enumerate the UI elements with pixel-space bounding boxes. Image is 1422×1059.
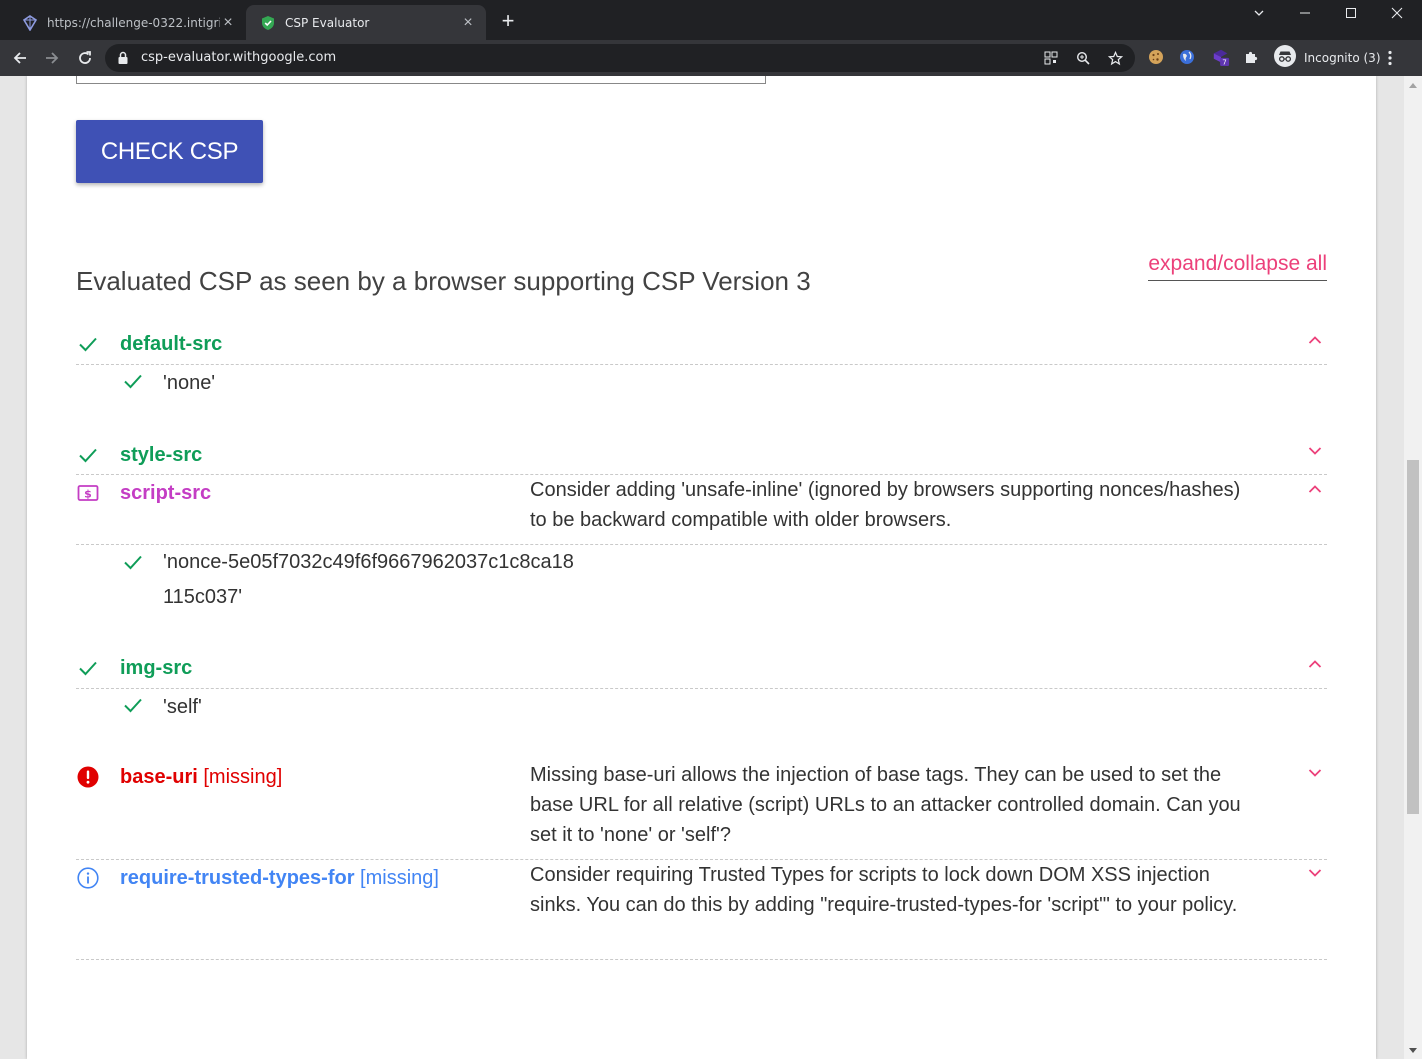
directive-row-script-src[interactable]: $ script-src Consider adding 'unsafe-inl…: [76, 476, 1327, 542]
extension-badge-count: 7: [1222, 58, 1227, 67]
reload-icon[interactable]: [71, 44, 99, 72]
expand-collapse-all-link[interactable]: expand/collapse all: [1148, 252, 1327, 281]
tab-title: CSP Evaluator: [285, 15, 370, 30]
check-icon: [122, 551, 144, 573]
directive-value: 'self': [163, 696, 202, 718]
directive-row-require-trusted-types-for[interactable]: require-trusted-types-for [missing] Cons…: [76, 860, 1327, 956]
directive-name: base-uri [missing]: [120, 766, 283, 788]
error-icon: [76, 765, 100, 789]
directive-description: Consider requiring Trusted Types for scr…: [530, 864, 1238, 916]
missing-label: [missing]: [203, 766, 283, 788]
results-heading: Evaluated CSP as seen by a browser suppo…: [76, 266, 811, 296]
check-icon: [122, 370, 144, 392]
qr-code-icon[interactable]: [1043, 50, 1059, 66]
tab-csp-evaluator[interactable]: CSP Evaluator ×: [246, 5, 486, 40]
directive-description: Consider adding 'unsafe-inline' (ignored…: [530, 479, 1241, 531]
chevron-up-icon[interactable]: [1307, 332, 1323, 348]
check-icon: [76, 443, 100, 467]
check-icon: [76, 332, 100, 356]
directive-name: img-src: [120, 657, 193, 679]
divider: [76, 959, 1327, 960]
forward-arrow-icon[interactable]: [38, 44, 66, 72]
info-icon: [76, 866, 100, 890]
check-icon: [122, 694, 144, 716]
new-tab-button[interactable]: +: [497, 10, 519, 32]
directive-row-img-src[interactable]: img-src: [76, 655, 1327, 685]
check-csp-button[interactable]: CHECK CSP: [76, 120, 263, 183]
page-scrollbar[interactable]: [1404, 76, 1422, 1059]
directive-value: 'none': [163, 372, 216, 394]
scroll-down-arrow-icon[interactable]: [1404, 1042, 1422, 1059]
directive-name: default-src: [120, 333, 223, 355]
directive-value: 'nonce-5e05f7032c49f6f9667962037c1c8ca18: [163, 551, 574, 573]
directive-row-default-src[interactable]: default-src: [76, 331, 1327, 361]
check-icon: [76, 656, 100, 680]
address-bar[interactable]: csp-evaluator.withgoogle.com: [105, 44, 1135, 72]
page-viewport: CHECK CSP Evaluated CSP as seen by a bro…: [0, 76, 1422, 1059]
tab-strip: https://challenge-0322.intigriti.io × CS…: [0, 0, 1422, 40]
directive-name: script-src: [120, 482, 212, 504]
directive-description: Missing base-uri allows the injection of…: [530, 764, 1241, 846]
csp-input-textarea[interactable]: [76, 76, 766, 84]
zoom-icon[interactable]: [1075, 50, 1091, 66]
intigriti-favicon-icon: [22, 14, 38, 31]
directive-name: style-src: [120, 444, 203, 466]
tab-title: https://challenge-0322.intigriti.io: [47, 15, 220, 30]
globe-extension-icon[interactable]: [1178, 48, 1196, 66]
extensions-puzzle-icon[interactable]: [1242, 48, 1260, 66]
tab-search-icon[interactable]: [1236, 0, 1282, 26]
chevron-up-icon[interactable]: [1307, 481, 1323, 497]
scrollbar-thumb[interactable]: [1407, 460, 1419, 814]
chevron-down-icon[interactable]: [1307, 865, 1323, 881]
browser-toolbar: csp-evaluator.withgoogle.com 7 Incognito…: [0, 40, 1422, 76]
directive-row-style-src[interactable]: style-src: [76, 442, 1327, 472]
close-tab-icon[interactable]: ×: [220, 14, 236, 31]
bookmark-star-icon[interactable]: [1107, 50, 1123, 66]
incognito-indicator[interactable]: Incognito (3): [1270, 43, 1389, 73]
value-row: 'nonce-5e05f7032c49f6f9667962037c1c8ca18…: [76, 545, 1327, 617]
url-text: csp-evaluator.withgoogle.com: [141, 50, 337, 65]
chevron-up-icon[interactable]: [1307, 656, 1323, 672]
browser-menu-icon[interactable]: [1380, 48, 1400, 68]
maximize-icon[interactable]: [1328, 0, 1374, 26]
svg-text:$: $: [84, 488, 92, 501]
directive-value: 115c037': [163, 586, 243, 608]
close-tab-icon[interactable]: ×: [460, 14, 476, 31]
chevron-down-icon[interactable]: [1307, 765, 1323, 781]
close-window-icon[interactable]: [1374, 0, 1420, 26]
scroll-up-arrow-icon[interactable]: [1404, 76, 1422, 93]
shield-favicon-icon: [260, 15, 276, 31]
main-card: CHECK CSP Evaluated CSP as seen by a bro…: [27, 76, 1376, 1059]
incognito-icon: [1274, 44, 1296, 72]
incognito-label: Incognito (3): [1304, 51, 1381, 65]
lock-icon: [117, 51, 129, 70]
directive-row-base-uri[interactable]: base-uri [missing] Missing base-uri allo…: [76, 760, 1327, 856]
cookie-extension-icon[interactable]: [1147, 48, 1165, 66]
hackbar-extension-icon[interactable]: 7: [1212, 48, 1230, 67]
missing-label: [missing]: [360, 867, 439, 889]
value-row: 'self': [76, 689, 1327, 725]
back-arrow-icon[interactable]: [6, 44, 34, 72]
minimize-icon[interactable]: [1282, 0, 1328, 26]
chevron-down-icon[interactable]: [1307, 443, 1323, 459]
tab-intigriti[interactable]: https://challenge-0322.intigriti.io ×: [8, 5, 246, 40]
value-row: 'none': [76, 365, 1327, 401]
directive-name: require-trusted-types-for [missing]: [120, 867, 439, 889]
dollar-badge-icon: $: [76, 481, 100, 505]
